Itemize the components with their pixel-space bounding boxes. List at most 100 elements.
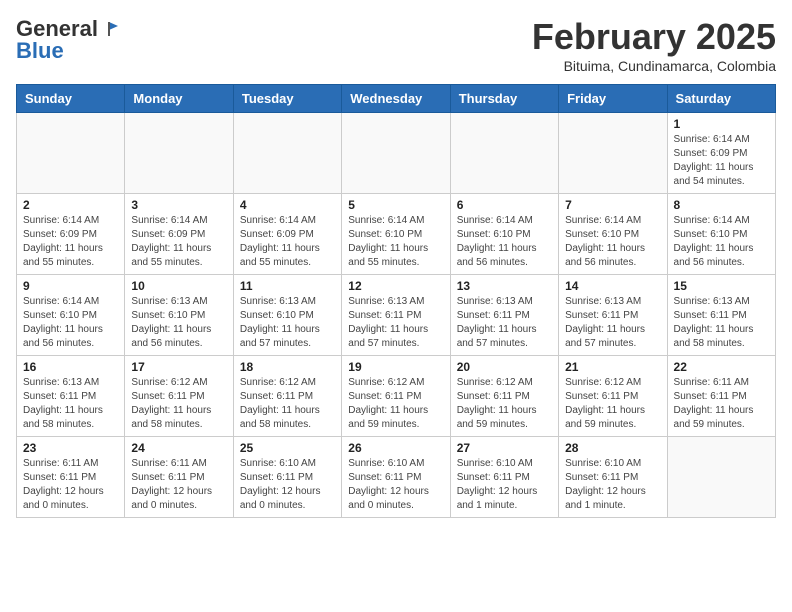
calendar-day-cell: 2 Sunrise: 6:14 AM Sunset: 6:09 PM Daylig…	[17, 194, 125, 275]
day-info: Sunrise: 6:14 AM Sunset: 6:10 PM Dayligh…	[23, 295, 118, 351]
calendar-day-cell: 17 Sunrise: 6:12 AM Sunset: 6:11 PM Dayli…	[125, 356, 233, 437]
day-number: 10	[131, 279, 226, 293]
calendar-day-cell: 27 Sunrise: 6:10 AM Sunset: 6:11 PM Dayli…	[450, 437, 558, 518]
day-info: Sunrise: 6:11 AM Sunset: 6:11 PM Dayligh…	[674, 376, 769, 432]
calendar-day-cell: 15 Sunrise: 6:13 AM Sunset: 6:11 PM Dayli…	[667, 275, 775, 356]
calendar-day-cell: 6 Sunrise: 6:14 AM Sunset: 6:10 PM Daylig…	[450, 194, 558, 275]
calendar-day-cell: 10 Sunrise: 6:13 AM Sunset: 6:10 PM Dayli…	[125, 275, 233, 356]
day-info: Sunrise: 6:10 AM Sunset: 6:11 PM Dayligh…	[565, 457, 660, 513]
day-info: Sunrise: 6:10 AM Sunset: 6:11 PM Dayligh…	[240, 457, 335, 513]
day-number: 7	[565, 198, 660, 212]
day-number: 3	[131, 198, 226, 212]
calendar-day-cell: 11Sunrise: 6:13 AM Sunset: 6:10 PM Dayli…	[233, 275, 341, 356]
day-info: Sunrise: 6:14 AM Sunset: 6:09 PM Dayligh…	[240, 214, 335, 270]
calendar-day-cell: 14 Sunrise: 6:13 AM Sunset: 6:11 PM Dayli…	[559, 275, 667, 356]
calendar-weekday-header: Thursday	[450, 85, 558, 113]
day-info: Sunrise: 6:12 AM Sunset: 6:11 PM Dayligh…	[457, 376, 552, 432]
day-info: Sunrise: 6:12 AM Sunset: 6:11 PM Dayligh…	[348, 376, 443, 432]
calendar-day-cell	[17, 113, 125, 194]
day-info: Sunrise: 6:14 AM Sunset: 6:09 PM Dayligh…	[23, 214, 118, 270]
calendar-weekday-header: Friday	[559, 85, 667, 113]
day-info: Sunrise: 6:13 AM Sunset: 6:10 PM Dayligh…	[131, 295, 226, 351]
calendar-day-cell	[559, 113, 667, 194]
calendar-day-cell: 7 Sunrise: 6:14 AM Sunset: 6:10 PM Daylig…	[559, 194, 667, 275]
day-info: Sunrise: 6:13 AM Sunset: 6:11 PM Dayligh…	[348, 295, 443, 351]
calendar-week-row: 1 Sunrise: 6:14 AM Sunset: 6:09 PM Daylig…	[17, 113, 776, 194]
calendar-day-cell: 4Sunrise: 6:14 AM Sunset: 6:09 PM Daylig…	[233, 194, 341, 275]
day-number: 28	[565, 441, 660, 455]
day-number: 9	[23, 279, 118, 293]
calendar-weekday-header: Sunday	[17, 85, 125, 113]
day-number: 16	[23, 360, 118, 374]
day-info: Sunrise: 6:12 AM Sunset: 6:11 PM Dayligh…	[131, 376, 226, 432]
logo-flag-icon	[100, 20, 118, 38]
calendar-week-row: 16 Sunrise: 6:13 AM Sunset: 6:11 PM Dayli…	[17, 356, 776, 437]
calendar-week-row: 9 Sunrise: 6:14 AM Sunset: 6:10 PM Daylig…	[17, 275, 776, 356]
day-number: 2	[23, 198, 118, 212]
day-info: Sunrise: 6:10 AM Sunset: 6:11 PM Dayligh…	[348, 457, 443, 513]
calendar-day-cell: 25 Sunrise: 6:10 AM Sunset: 6:11 PM Dayli…	[233, 437, 341, 518]
day-number: 11	[240, 279, 335, 293]
day-number: 15	[674, 279, 769, 293]
calendar-day-cell	[667, 437, 775, 518]
calendar-table: SundayMondayTuesdayWednesdayThursdayFrid…	[16, 84, 776, 518]
day-number: 25	[240, 441, 335, 455]
calendar-day-cell: 22 Sunrise: 6:11 AM Sunset: 6:11 PM Dayli…	[667, 356, 775, 437]
calendar-weekday-header: Saturday	[667, 85, 775, 113]
calendar-day-cell	[342, 113, 450, 194]
day-number: 26	[348, 441, 443, 455]
day-number: 1	[674, 117, 769, 131]
calendar-day-cell	[125, 113, 233, 194]
day-info: Sunrise: 6:14 AM Sunset: 6:10 PM Dayligh…	[348, 214, 443, 270]
calendar-day-cell: 19 Sunrise: 6:12 AM Sunset: 6:11 PM Dayli…	[342, 356, 450, 437]
day-number: 20	[457, 360, 552, 374]
calendar-day-cell: 18 Sunrise: 6:12 AM Sunset: 6:11 PM Dayli…	[233, 356, 341, 437]
logo: General Blue	[16, 16, 118, 64]
day-info: Sunrise: 6:14 AM Sunset: 6:10 PM Dayligh…	[674, 214, 769, 270]
day-number: 12	[348, 279, 443, 293]
calendar-weekday-header: Monday	[125, 85, 233, 113]
month-title: February 2025	[532, 16, 776, 58]
day-number: 27	[457, 441, 552, 455]
location-subtitle: Bituima, Cundinamarca, Colombia	[532, 58, 776, 74]
calendar-day-cell: 3 Sunrise: 6:14 AM Sunset: 6:09 PM Daylig…	[125, 194, 233, 275]
day-number: 5	[348, 198, 443, 212]
day-info: Sunrise: 6:13 AM Sunset: 6:11 PM Dayligh…	[23, 376, 118, 432]
day-number: 21	[565, 360, 660, 374]
day-info: Sunrise: 6:14 AM Sunset: 6:09 PM Dayligh…	[131, 214, 226, 270]
day-info: Sunrise: 6:10 AM Sunset: 6:11 PM Dayligh…	[457, 457, 552, 513]
day-info: Sunrise: 6:13 AM Sunset: 6:11 PM Dayligh…	[457, 295, 552, 351]
day-number: 13	[457, 279, 552, 293]
day-number: 17	[131, 360, 226, 374]
calendar-day-cell: 12 Sunrise: 6:13 AM Sunset: 6:11 PM Dayli…	[342, 275, 450, 356]
day-info: Sunrise: 6:13 AM Sunset: 6:11 PM Dayligh…	[565, 295, 660, 351]
calendar-weekday-header: Tuesday	[233, 85, 341, 113]
day-info: Sunrise: 6:13 AM Sunset: 6:11 PM Dayligh…	[674, 295, 769, 351]
page-header: General Blue February 2025 Bituima, Cund…	[16, 16, 776, 74]
calendar-day-cell: 8 Sunrise: 6:14 AM Sunset: 6:10 PM Daylig…	[667, 194, 775, 275]
calendar-day-cell: 24Sunrise: 6:11 AM Sunset: 6:11 PM Dayli…	[125, 437, 233, 518]
calendar-day-cell: 16 Sunrise: 6:13 AM Sunset: 6:11 PM Dayli…	[17, 356, 125, 437]
calendar-day-cell: 26 Sunrise: 6:10 AM Sunset: 6:11 PM Dayli…	[342, 437, 450, 518]
day-number: 6	[457, 198, 552, 212]
calendar-week-row: 23Sunrise: 6:11 AM Sunset: 6:11 PM Dayli…	[17, 437, 776, 518]
day-number: 8	[674, 198, 769, 212]
day-number: 23	[23, 441, 118, 455]
calendar-day-cell: 21Sunrise: 6:12 AM Sunset: 6:11 PM Dayli…	[559, 356, 667, 437]
logo-blue-text: Blue	[16, 38, 64, 64]
day-info: Sunrise: 6:14 AM Sunset: 6:10 PM Dayligh…	[457, 214, 552, 270]
calendar-day-cell: 20 Sunrise: 6:12 AM Sunset: 6:11 PM Dayli…	[450, 356, 558, 437]
calendar-day-cell: 13 Sunrise: 6:13 AM Sunset: 6:11 PM Dayli…	[450, 275, 558, 356]
day-number: 14	[565, 279, 660, 293]
day-info: Sunrise: 6:12 AM Sunset: 6:11 PM Dayligh…	[240, 376, 335, 432]
day-info: Sunrise: 6:14 AM Sunset: 6:09 PM Dayligh…	[674, 133, 769, 189]
day-number: 19	[348, 360, 443, 374]
day-number: 18	[240, 360, 335, 374]
day-info: Sunrise: 6:14 AM Sunset: 6:10 PM Dayligh…	[565, 214, 660, 270]
calendar-day-cell: 23Sunrise: 6:11 AM Sunset: 6:11 PM Dayli…	[17, 437, 125, 518]
day-number: 22	[674, 360, 769, 374]
calendar-header-row: SundayMondayTuesdayWednesdayThursdayFrid…	[17, 85, 776, 113]
calendar-day-cell: 28 Sunrise: 6:10 AM Sunset: 6:11 PM Dayli…	[559, 437, 667, 518]
calendar-day-cell: 1 Sunrise: 6:14 AM Sunset: 6:09 PM Daylig…	[667, 113, 775, 194]
calendar-week-row: 2 Sunrise: 6:14 AM Sunset: 6:09 PM Daylig…	[17, 194, 776, 275]
